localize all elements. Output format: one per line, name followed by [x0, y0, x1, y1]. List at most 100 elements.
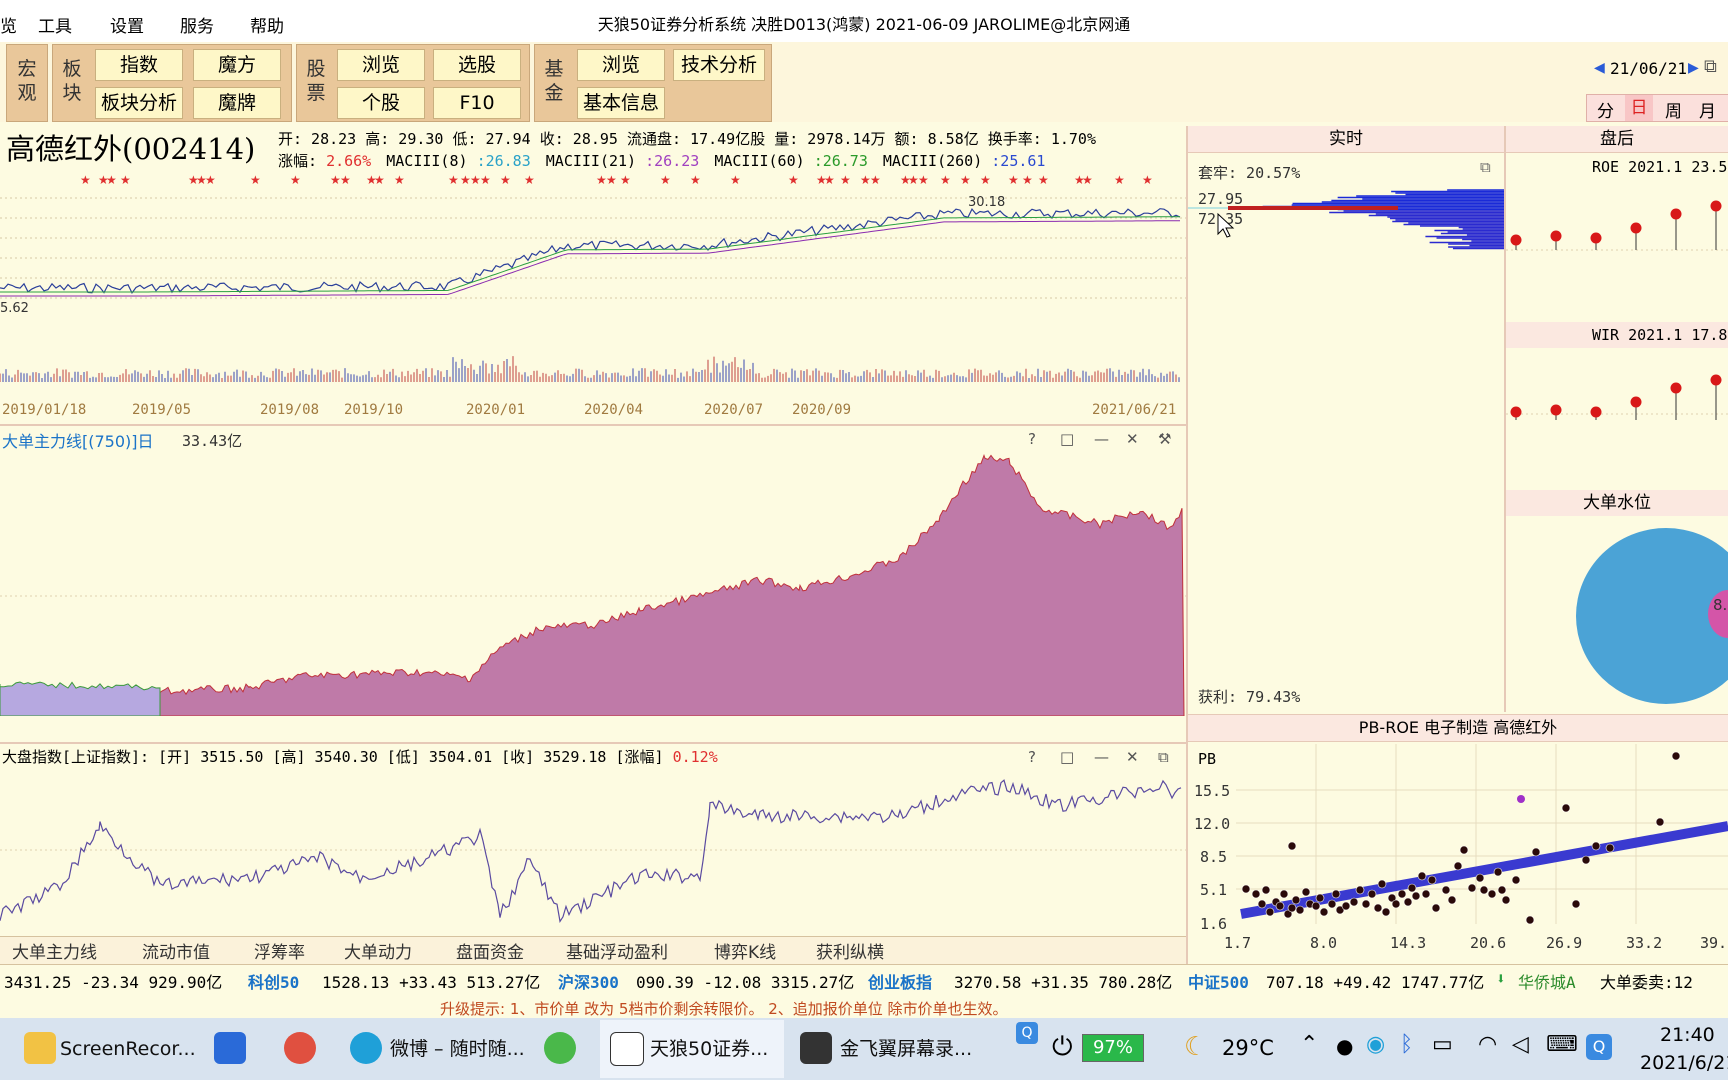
scatter-point — [1381, 907, 1391, 917]
mail-icon[interactable] — [214, 1032, 246, 1064]
roe-lollipops — [1510, 200, 1722, 250]
mainforce-area-chart[interactable] — [0, 448, 1186, 716]
speaker-icon[interactable]: ◁ — [1512, 1032, 1529, 1057]
kc50-link[interactable]: 科创50 — [248, 969, 299, 993]
signal-star: ★ — [524, 173, 535, 187]
browse-button[interactable]: 浏览 — [337, 49, 425, 81]
task-weibo[interactable]: 微博 – 随时随... — [390, 1024, 525, 1074]
q-icon[interactable]: Q — [1016, 1022, 1038, 1044]
tool-icon[interactable] — [284, 1032, 316, 1064]
sector-analysis-button[interactable]: 板块分析 — [95, 87, 183, 119]
task-screenrecorder[interactable]: ScreenRecor... — [60, 1024, 196, 1074]
scatter-point — [1261, 885, 1271, 895]
hs300-link[interactable]: 沪深300 — [558, 969, 619, 993]
task-recorder[interactable]: 金飞翼屏幕录... — [840, 1024, 972, 1074]
single-stock-button[interactable]: 个股 — [337, 87, 425, 119]
tab-float-ratio[interactable]: 浮筹率 — [254, 938, 305, 963]
cyb-link[interactable]: 创业板指 — [868, 969, 932, 993]
expand-icon[interactable]: ⧉ — [1480, 158, 1491, 176]
wolf-app-icon[interactable] — [610, 1032, 644, 1066]
date-tick: 2020/04 — [584, 402, 644, 418]
battery-indicator[interactable]: 97% — [1082, 1034, 1144, 1062]
tab-game-kline[interactable]: 博弈K线 — [714, 938, 776, 963]
chip-distribution-chart: 27.95 72.35 — [1188, 189, 1504, 250]
macro-group[interactable]: 宏观 — [6, 44, 48, 122]
window-icon[interactable]: ⧉ — [1704, 56, 1717, 77]
mopai-button[interactable]: 魔牌 — [193, 87, 281, 119]
restore-icon[interactable]: ⧉ — [1158, 748, 1169, 766]
status-stock[interactable]: 华侨城A — [1518, 969, 1576, 993]
close-icon[interactable]: ✕ — [1126, 748, 1139, 766]
period-day[interactable]: 日 — [1625, 95, 1653, 121]
scatter-point — [1511, 875, 1521, 885]
zz500-link[interactable]: 中证500 — [1188, 969, 1249, 993]
edge-tray-icon[interactable]: ◉ — [1366, 1032, 1385, 1057]
index-quote-5: 707.18 +49.42 1747.77亿 — [1266, 973, 1485, 992]
mic-icon[interactable]: ● — [1336, 1034, 1353, 1058]
select-stock-button[interactable]: 选股 — [433, 49, 521, 81]
wrench-icon[interactable]: ⚒ — [1158, 430, 1171, 448]
macro-label[interactable]: 宏观 — [14, 57, 40, 105]
tab-market-cap[interactable]: 流动市值 — [142, 938, 210, 963]
kline-chart[interactable]: ★ ★★ ★ ★★★ ★ ★ ★ ★ ★★ ★ ★ ★ ★ ★ ★ ★ ★ ★ ★ ★ ★ ★ ★ ★★ ★ ★ ★ ★★ ★ ★ ★ ★ ★ ★… — [0, 170, 1186, 392]
stock-group: 股票 浏览 选股 个股 F10 — [296, 44, 530, 122]
lollipop-dot — [1710, 200, 1722, 212]
close-icon[interactable]: ✕ — [1126, 430, 1139, 448]
scatter-point — [1349, 897, 1359, 907]
help-icon[interactable]: ? — [1028, 430, 1036, 448]
ie-icon[interactable] — [544, 1032, 576, 1064]
help-icon[interactable]: ? — [1028, 748, 1036, 766]
tab-funds[interactable]: 盘面资金 — [456, 938, 524, 963]
index-quote-1: 3431.25 -23.34 929.90亿 — [4, 973, 223, 992]
plug-icon[interactable]: ⏻ — [1052, 1032, 1073, 1063]
minimize-icon[interactable]: — — [1094, 430, 1109, 448]
minimize-icon[interactable]: — — [1094, 748, 1109, 766]
recorder-icon[interactable] — [800, 1032, 832, 1064]
battery-tray-icon[interactable]: ▭ — [1432, 1032, 1453, 1057]
wir-lollipops — [1510, 374, 1722, 420]
scatter-point — [1311, 901, 1321, 911]
tab-power[interactable]: 大单动力 — [344, 938, 412, 963]
period-week[interactable]: 周 — [1665, 97, 1682, 122]
f10-button[interactable]: F10 — [433, 87, 521, 119]
index-button[interactable]: 指数 — [95, 49, 183, 81]
scatter-point — [1453, 861, 1463, 871]
kline-dotted-grid — [0, 197, 1186, 299]
date-nav-label[interactable]: 21/06/21 — [1610, 59, 1687, 78]
tab-profit[interactable]: 获利纵横 — [816, 938, 884, 963]
lollipop-dot — [1710, 374, 1722, 386]
chevron-up-icon[interactable]: ⌃ — [1300, 1032, 1318, 1057]
signal-star: ★ — [480, 173, 491, 187]
period-minute[interactable]: 分 — [1597, 97, 1614, 122]
scatter-point — [1497, 885, 1507, 895]
signal-star: ★ — [980, 173, 991, 187]
next-date-icon[interactable]: ▶ — [1688, 60, 1699, 76]
market-index-chart[interactable] — [0, 766, 1186, 934]
maximize-icon[interactable]: □ — [1060, 430, 1074, 448]
tab-mainforce[interactable]: 大单主力线 — [12, 938, 97, 963]
edge-icon[interactable] — [350, 1032, 382, 1064]
mofang-button[interactable]: 魔方 — [193, 49, 281, 81]
maximize-icon[interactable]: □ — [1060, 748, 1074, 766]
bluetooth-icon[interactable]: ᛒ — [1400, 1032, 1413, 1057]
scatter-point — [1417, 871, 1427, 881]
pbroe-ytick: 5.1 — [1200, 881, 1228, 899]
scatter-point — [1287, 903, 1297, 913]
fund-browse-button[interactable]: 浏览 — [577, 49, 665, 81]
pbroe-ylabel: PB — [1198, 750, 1217, 768]
prev-date-icon[interactable]: ◀ — [1594, 60, 1605, 76]
task-tianlang[interactable]: 天狼50证券... — [650, 1024, 768, 1074]
tab-float-profit[interactable]: 基础浮动盈利 — [566, 938, 668, 963]
clock-time[interactable]: 21:40 — [1660, 1024, 1715, 1046]
signal-star: ★ — [394, 173, 405, 187]
basic-info-button[interactable]: 基本信息 — [577, 87, 665, 119]
qq-tray-icon[interactable]: Q — [1586, 1034, 1612, 1060]
period-month[interactable]: 月 — [1699, 97, 1716, 122]
scatter-point — [1275, 901, 1285, 911]
tech-analysis-button[interactable]: 技术分析 — [673, 49, 765, 81]
wifi-icon[interactable]: ◠ — [1478, 1032, 1497, 1057]
clock-date[interactable]: 2021/6/21 — [1640, 1052, 1728, 1074]
folder-icon[interactable] — [24, 1032, 56, 1064]
temperature[interactable]: 29°C — [1222, 1036, 1274, 1060]
input-method-icon[interactable]: ⌨ — [1546, 1032, 1578, 1057]
